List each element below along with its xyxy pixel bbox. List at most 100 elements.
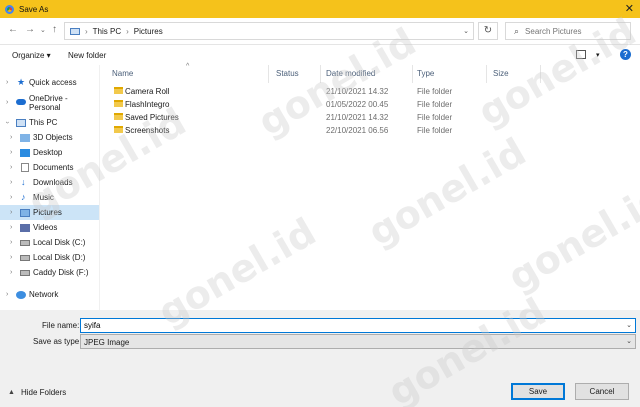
- chevron-down-icon[interactable]: ⌄: [626, 337, 632, 345]
- chevron-right-icon[interactable]: ›: [10, 269, 12, 276]
- back-arrow-icon[interactable]: ←: [8, 24, 18, 35]
- column-header-status[interactable]: Status: [276, 69, 299, 78]
- sidebar-item-pictures[interactable]: › Pictures: [0, 205, 99, 220]
- title-bar: Save As ✕: [0, 0, 640, 18]
- recent-chevron-icon[interactable]: ⌄: [40, 26, 46, 34]
- sidebar-item-label: Music: [33, 193, 54, 202]
- chevron-right-icon[interactable]: ›: [10, 164, 12, 171]
- cloud-icon: [16, 99, 26, 105]
- column-header-name[interactable]: Name: [112, 69, 133, 78]
- sidebar-item-desktop[interactable]: › Desktop: [0, 145, 99, 160]
- breadcrumb-this-pc[interactable]: This PC: [93, 27, 121, 36]
- chevron-right-icon[interactable]: ›: [6, 291, 8, 298]
- chevron-right-icon[interactable]: ›: [10, 149, 12, 156]
- command-bar: Organize ▾ New folder ▾ ?: [0, 45, 640, 65]
- up-arrow-icon[interactable]: ↑: [52, 24, 57, 35]
- sidebar-item-local-disk-c[interactable]: › Local Disk (C:): [0, 235, 99, 250]
- folder-icon: [114, 100, 123, 107]
- path-box[interactable]: › This PC › Pictures ⌄: [64, 22, 474, 40]
- table-row[interactable]: Saved Pictures 21/10/2021 14.32 File fol…: [110, 111, 550, 124]
- sidebar-item-documents[interactable]: › Documents: [0, 160, 99, 175]
- sidebar-item-quick-access[interactable]: › ★ Quick access: [0, 75, 99, 90]
- folder-icon: [114, 126, 123, 133]
- chevron-right-icon[interactable]: ›: [6, 99, 8, 106]
- save-as-type-select[interactable]: JPEG Image ⌄: [80, 334, 636, 349]
- path-dropdown-icon[interactable]: ⌄: [463, 27, 469, 35]
- column-divider[interactable]: [412, 65, 413, 83]
- chevron-down-icon[interactable]: ›: [4, 121, 11, 123]
- chevron-down-icon[interactable]: ⌄: [626, 321, 632, 329]
- chevron-right-icon[interactable]: ›: [10, 254, 12, 261]
- view-dropdown-icon[interactable]: ▾: [596, 51, 600, 59]
- drive-icon: [20, 240, 30, 246]
- column-header-size[interactable]: Size: [493, 69, 509, 78]
- sidebar-item-label: Caddy Disk (F:): [33, 268, 89, 277]
- sidebar-item-local-disk-d[interactable]: › Local Disk (D:): [0, 250, 99, 265]
- sidebar-item-this-pc[interactable]: › This PC: [0, 115, 99, 130]
- refresh-button[interactable]: ↻: [478, 22, 498, 40]
- sidebar-item-label: Quick access: [29, 78, 77, 87]
- chevron-right-icon[interactable]: ›: [10, 134, 12, 141]
- file-type: File folder: [417, 100, 453, 109]
- column-divider[interactable]: [268, 65, 269, 83]
- file-list: ^ Name Status Date modified Type Size Ca…: [100, 63, 640, 310]
- chevron-right-icon[interactable]: ›: [6, 79, 8, 86]
- save-as-type-value: JPEG Image: [84, 338, 130, 347]
- file-name-field[interactable]: ⌄: [80, 318, 636, 333]
- star-icon: ★: [17, 77, 26, 87]
- chevron-right-icon[interactable]: ›: [10, 209, 12, 216]
- hide-folders-button[interactable]: ▲ Hide Folders: [8, 388, 66, 397]
- search-input[interactable]: [525, 26, 616, 36]
- file-type: File folder: [417, 113, 453, 122]
- file-date: 21/10/2021 14.32: [326, 113, 389, 122]
- chevron-right-icon[interactable]: ›: [126, 27, 129, 36]
- sidebar-item-label: Local Disk (C:): [33, 238, 86, 247]
- network-icon: [16, 291, 26, 299]
- sidebar-item-label: 3D Objects: [33, 133, 73, 142]
- sidebar-item-3d-objects[interactable]: › 3D Objects: [0, 130, 99, 145]
- search-box[interactable]: ⌕: [505, 22, 631, 40]
- file-name: FlashIntegro: [125, 100, 170, 109]
- cancel-button[interactable]: Cancel: [575, 383, 629, 400]
- sidebar-item-label: Pictures: [33, 208, 62, 217]
- breadcrumb-pictures[interactable]: Pictures: [134, 27, 163, 36]
- sidebar-item-onedrive[interactable]: › OneDrive - Personal: [0, 94, 99, 112]
- sidebar-item-downloads[interactable]: › ↓ Downloads: [0, 175, 99, 190]
- column-divider[interactable]: [486, 65, 487, 83]
- sidebar-item-network[interactable]: › Network: [0, 287, 99, 302]
- chevron-right-icon[interactable]: ›: [10, 224, 12, 231]
- window-title: Save As: [19, 4, 49, 14]
- help-icon[interactable]: ?: [620, 49, 631, 60]
- file-name-input[interactable]: [81, 319, 611, 332]
- table-row[interactable]: FlashIntegro 01/05/2022 00.45 File folde…: [110, 98, 550, 111]
- column-header-date-modified[interactable]: Date modified: [326, 69, 375, 78]
- sidebar-item-label: Network: [29, 290, 59, 299]
- view-options-icon[interactable]: [576, 50, 586, 59]
- table-row[interactable]: Camera Roll 21/10/2021 14.32 File folder: [110, 85, 550, 98]
- address-bar: ← → ⌄ ↑ › This PC › Pictures ⌄ ↻ ⌕: [0, 18, 640, 45]
- pictures-icon: [20, 209, 30, 217]
- chevron-right-icon[interactable]: ›: [10, 239, 12, 246]
- column-divider[interactable]: [540, 65, 541, 83]
- cube-icon: [20, 134, 30, 142]
- search-icon: ⌕: [514, 25, 520, 36]
- sidebar-item-caddy-disk-f[interactable]: › Caddy Disk (F:): [0, 265, 99, 280]
- forward-arrow-icon[interactable]: →: [25, 24, 35, 35]
- save-button[interactable]: Save: [511, 383, 565, 400]
- table-row[interactable]: Screenshots 22/10/2021 06.56 File folder: [110, 124, 550, 137]
- sidebar-item-music[interactable]: › ♪ Music: [0, 190, 99, 205]
- chevron-right-icon[interactable]: ›: [85, 27, 88, 36]
- new-folder-button[interactable]: New folder: [68, 51, 106, 60]
- chevron-right-icon[interactable]: ›: [10, 194, 12, 201]
- sort-ascending-icon: ^: [186, 63, 190, 70]
- column-header-type[interactable]: Type: [417, 69, 434, 78]
- file-type: File folder: [417, 87, 453, 96]
- file-date: 22/10/2021 06.56: [326, 126, 389, 135]
- sidebar-item-videos[interactable]: › Videos: [0, 220, 99, 235]
- file-name: Saved Pictures: [125, 113, 179, 122]
- close-icon[interactable]: ✕: [625, 2, 634, 15]
- chevron-right-icon[interactable]: ›: [10, 179, 12, 186]
- column-divider[interactable]: [320, 65, 321, 83]
- organize-button[interactable]: Organize ▾: [12, 51, 51, 60]
- navigation-pane: › ★ Quick access › OneDrive - Personal ›…: [0, 65, 100, 310]
